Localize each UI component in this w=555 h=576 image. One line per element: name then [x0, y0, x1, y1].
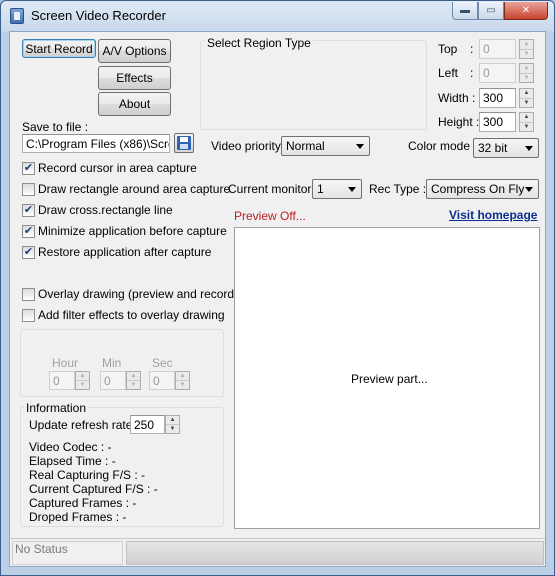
chevron-down-icon — [356, 144, 364, 149]
checkbox[interactable] — [22, 182, 35, 196]
top-spinner[interactable]: ▲ ▼ — [519, 39, 534, 59]
height-label: Height : — [438, 115, 480, 129]
min-spinner[interactable]: ▲ ▼ — [126, 371, 141, 390]
height-input[interactable]: 300 — [479, 112, 516, 132]
av-options-button[interactable]: A/V Options — [98, 39, 171, 63]
maximize-button[interactable]: ▭ — [478, 2, 504, 20]
region-type-title: Select Region Type — [205, 36, 313, 50]
save-to-file-label: Save to file : — [22, 120, 89, 134]
minimize-button[interactable]: ▬ — [452, 2, 478, 20]
about-button[interactable]: About — [98, 92, 171, 116]
video-priority-select[interactable]: Normal — [281, 136, 370, 156]
info-captured-frames: Captured Frames : - — [29, 496, 137, 510]
width-spinner[interactable]: ▲ ▼ — [519, 88, 534, 108]
option-filter-effects[interactable]: Add filter effects to overlay drawing — [22, 308, 225, 322]
current-monitor-label: Current monitor : — [228, 182, 319, 196]
left-spinner[interactable]: ▲ ▼ — [519, 63, 534, 83]
checkbox[interactable] — [22, 287, 35, 301]
option-draw-rectangle[interactable]: Draw rectangle around area capture — [22, 182, 230, 196]
option-draw-cross-line[interactable]: ✔ Draw cross.rectangle line — [22, 203, 173, 217]
chevron-down-icon — [348, 187, 356, 192]
top-label: Top — [438, 42, 458, 56]
top-sep: : — [470, 42, 474, 56]
progress-bar — [126, 541, 544, 565]
close-button[interactable]: ✕ — [504, 2, 548, 20]
checkbox[interactable]: ✔ — [22, 245, 35, 259]
refresh-rate-spinner[interactable]: ▲ ▼ — [165, 415, 180, 434]
checkbox[interactable]: ✔ — [22, 203, 35, 217]
top-input[interactable]: 0 — [479, 39, 516, 59]
preview-area: Preview part... — [234, 227, 540, 529]
floppy-disk-icon[interactable] — [174, 133, 194, 153]
refresh-rate-input[interactable]: 250 — [130, 415, 165, 434]
status-divider — [10, 538, 545, 539]
width-input[interactable]: 300 — [479, 88, 516, 108]
window-title: Screen Video Recorder — [31, 8, 166, 23]
chevron-down-icon — [525, 187, 533, 192]
height-spinner[interactable]: ▲ ▼ — [519, 112, 534, 132]
info-current-fps: Current Captured F/S : - — [29, 482, 158, 496]
info-dropped-frames: Droped Frames : - — [29, 510, 127, 524]
color-mode-select[interactable]: 32 bit — [473, 138, 539, 158]
main-window: Screen Video Recorder ▬ ▭ ✕ Start Record… — [0, 0, 555, 576]
min-input[interactable]: 0 — [100, 371, 126, 390]
info-video-codec: Video Codec : - — [29, 440, 112, 454]
sec-spinner[interactable]: ▲ ▼ — [175, 371, 190, 390]
client-area: Start Record A/V Options Effects About S… — [9, 31, 546, 567]
video-priority-label: Video priority : — [211, 139, 288, 153]
sec-label: Sec — [152, 356, 173, 370]
preview-status: Preview Off... — [234, 209, 306, 223]
option-overlay-drawing[interactable]: Overlay drawing (preview and record) — [22, 287, 238, 301]
width-label: Width : — [438, 91, 476, 105]
hour-label: Hour — [52, 356, 79, 370]
preview-placeholder: Preview part... — [351, 372, 428, 386]
effects-button[interactable]: Effects — [98, 66, 171, 90]
current-monitor-select[interactable]: 1 — [312, 179, 362, 199]
start-record-button[interactable]: Start Record — [22, 39, 96, 58]
save-path-input[interactable]: C:\Program Files (x86)\Screen — [22, 134, 170, 153]
status-text: No Status — [12, 541, 123, 565]
information-title: Information — [24, 401, 89, 415]
checkbox[interactable] — [22, 308, 35, 322]
video-priority-value: Normal — [286, 139, 325, 153]
left-sep: : — [470, 66, 474, 80]
min-label: Min — [102, 356, 122, 370]
color-mode-value: 32 bit — [478, 141, 508, 155]
hour-input[interactable]: 0 — [49, 371, 75, 390]
option-minimize-app[interactable]: ✔ Minimize application before capture — [22, 224, 227, 238]
rec-type-select[interactable]: Compress On Fly — [426, 179, 539, 199]
visit-homepage-link[interactable]: Visit homepage — [449, 208, 537, 222]
info-real-fps: Real Capturing F/S : - — [29, 468, 146, 482]
left-input[interactable]: 0 — [479, 63, 516, 83]
chevron-down-icon — [525, 146, 533, 151]
title-bar[interactable]: Screen Video Recorder ▬ ▭ ✕ — [1, 1, 554, 30]
info-elapsed-time: Elapsed Time : - — [29, 454, 116, 468]
checkbox[interactable]: ✔ — [22, 161, 35, 175]
checkbox[interactable]: ✔ — [22, 224, 35, 238]
refresh-rate-label: Update refresh rate : — [29, 418, 140, 432]
app-icon — [10, 8, 24, 24]
option-record-cursor[interactable]: ✔ Record cursor in area capture — [22, 161, 197, 175]
region-type-group — [200, 40, 427, 130]
left-label: Left — [438, 66, 459, 80]
option-restore-app[interactable]: ✔ Restore application after capture — [22, 245, 211, 259]
hour-spinner[interactable]: ▲ ▼ — [75, 371, 90, 390]
color-mode-label: Color mode : — [408, 139, 477, 153]
rec-type-label: Rec Type : — [369, 182, 427, 196]
sec-input[interactable]: 0 — [149, 371, 175, 390]
current-monitor-value: 1 — [317, 182, 324, 196]
rec-type-value: Compress On Fly — [431, 182, 525, 196]
